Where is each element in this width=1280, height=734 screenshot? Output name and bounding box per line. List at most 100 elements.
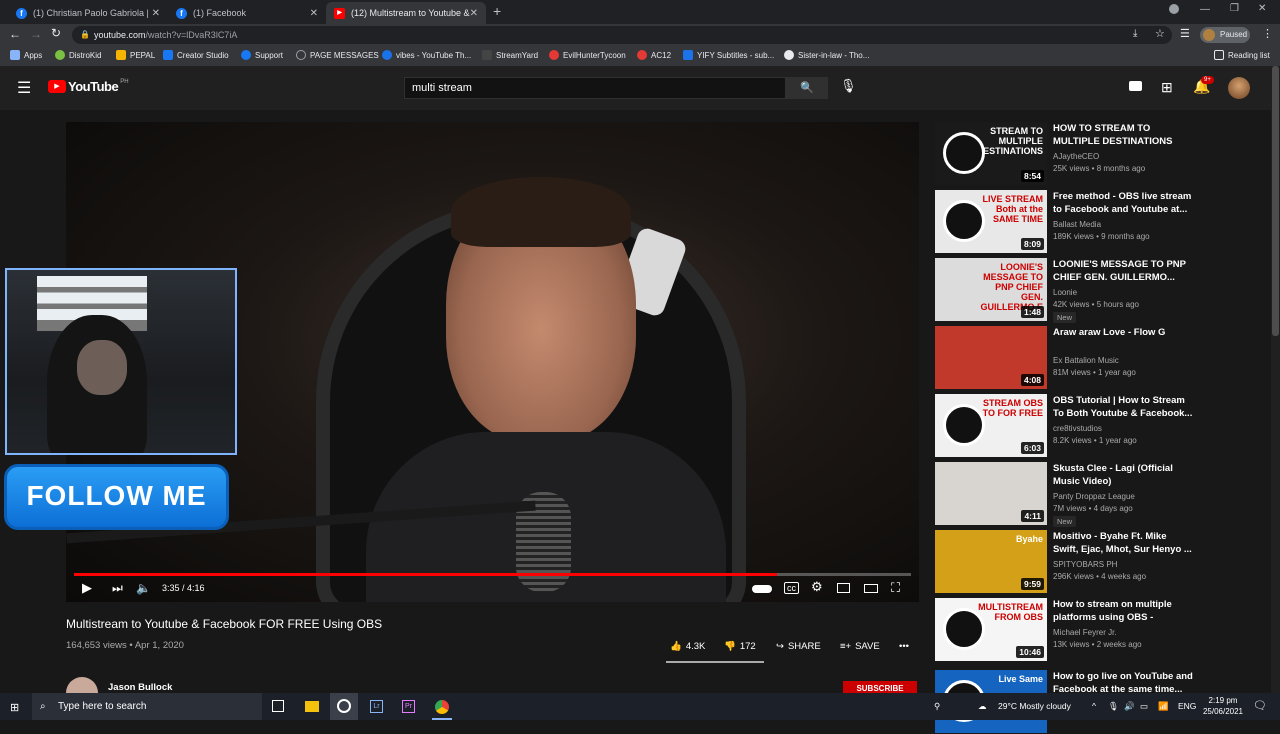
mic-tray-icon[interactable]: 🎙 bbox=[1108, 693, 1119, 720]
video-thumbnail[interactable]: STREAM TO MULTIPLE DESTINATIONS 8:54 bbox=[935, 122, 1047, 185]
channel-avatar[interactable] bbox=[66, 677, 98, 693]
recommended-title[interactable]: How to stream on multiple platforms usin… bbox=[1053, 598, 1193, 625]
account-avatar[interactable] bbox=[1228, 77, 1250, 99]
menu-icon[interactable]: ⋮ bbox=[1262, 27, 1273, 40]
recommended-video[interactable]: LIVE STREAM Both at the SAME TIME 8:09 Fre… bbox=[935, 190, 1195, 254]
task-view-icon[interactable] bbox=[272, 700, 284, 712]
subtitles-icon[interactable]: cc bbox=[784, 582, 799, 594]
search-button[interactable]: 🔍 bbox=[786, 77, 828, 99]
dislike-button[interactable]: 👎 172 bbox=[724, 641, 756, 652]
theater-mode-icon[interactable] bbox=[864, 584, 878, 593]
lightroom-icon[interactable]: Lr bbox=[370, 700, 383, 713]
file-explorer-icon[interactable] bbox=[305, 701, 319, 712]
bookmark-sister-in-law[interactable]: Sister-in-law - Tho... bbox=[784, 50, 869, 60]
bookmark-support[interactable]: Support bbox=[241, 50, 283, 60]
recommended-title[interactable]: Skusta Clee - Lagi (Official Music Video… bbox=[1053, 462, 1193, 488]
channel-name[interactable]: Jason Bullock bbox=[108, 682, 172, 693]
bookmark-yify[interactable]: YIFY Subtitles - sub... bbox=[683, 50, 774, 60]
subscribe-button[interactable]: SUBSCRIBE bbox=[843, 681, 917, 693]
recommended-video[interactable]: MULTISTREAM FROM OBS 10:46 How to stream o… bbox=[935, 598, 1195, 662]
chevron-up-icon[interactable]: ^ bbox=[1092, 693, 1096, 720]
close-icon[interactable]: ✕ bbox=[470, 8, 478, 19]
bookmark-ac12[interactable]: AC12 bbox=[637, 50, 671, 60]
youtube-logo[interactable]: ▶ YouTube PH bbox=[48, 79, 129, 94]
video-thumbnail[interactable]: STREAM OBS TO FOR FREE 6:03 bbox=[935, 394, 1047, 457]
maximize-icon[interactable]: ❐ bbox=[1230, 3, 1239, 14]
tab-search-icon[interactable] bbox=[1169, 4, 1179, 14]
forward-icon[interactable]: → bbox=[30, 27, 42, 41]
more-actions-icon[interactable]: ••• bbox=[899, 641, 909, 652]
new-tab-button[interactable]: + bbox=[493, 3, 501, 19]
recommended-title[interactable]: Araw araw Love - Flow G bbox=[1053, 326, 1193, 339]
settings-gear-icon[interactable]: ⚙ bbox=[811, 579, 823, 595]
apps-grid-icon[interactable]: ⊞ bbox=[1161, 79, 1173, 96]
hamburger-menu-icon[interactable]: ☰ bbox=[17, 78, 31, 98]
miniplayer-icon[interactable] bbox=[837, 583, 850, 593]
chrome-icon[interactable] bbox=[435, 700, 449, 714]
video-thumbnail[interactable]: Byahe 9:59 bbox=[935, 530, 1047, 593]
recommended-channel[interactable]: Michael Feyrer Jr. bbox=[1053, 628, 1117, 637]
recommended-video[interactable]: STREAM TO MULTIPLE DESTINATIONS 8:54 HOW T… bbox=[935, 122, 1195, 186]
profile-paused-button[interactable]: Paused bbox=[1200, 27, 1250, 43]
bookmark-creator-studio[interactable]: Creator Studio bbox=[163, 50, 229, 60]
network-activity-icon[interactable]: ⚲ bbox=[934, 693, 940, 720]
like-button[interactable]: 👍 4.3K bbox=[670, 641, 705, 652]
recommended-channel[interactable]: AJaytheCEO bbox=[1053, 152, 1099, 161]
premiere-icon[interactable]: Pr bbox=[402, 700, 415, 713]
reload-icon[interactable]: ↻ bbox=[51, 26, 61, 40]
recommended-title[interactable]: Free method - OBS live stream to Faceboo… bbox=[1053, 190, 1193, 216]
recommended-video[interactable]: Byahe 9:59 Mositivo - Byahe Ft. Mike Swift… bbox=[935, 530, 1195, 594]
recommended-video[interactable]: 4:11 Skusta Clee - Lagi (Official Music V… bbox=[935, 462, 1195, 527]
speaker-icon[interactable]: 🔊 bbox=[1124, 693, 1135, 720]
weather-text[interactable]: 29°C Mostly cloudy bbox=[998, 693, 1071, 720]
page-scrollbar[interactable] bbox=[1271, 66, 1280, 693]
recommended-title[interactable]: Mositivo - Byahe Ft. Mike Swift, Ejac, M… bbox=[1053, 530, 1193, 556]
star-icon[interactable]: ☆ bbox=[1155, 27, 1165, 40]
bookmark-page-messages[interactable]: PAGE MESSAGES bbox=[296, 50, 379, 60]
create-video-icon[interactable] bbox=[1129, 81, 1142, 91]
bookmark-streamyard[interactable]: StreamYard bbox=[482, 50, 538, 60]
play-icon[interactable]: ▶ bbox=[82, 580, 92, 596]
recommended-channel[interactable]: Panty Droppaz League bbox=[1053, 492, 1135, 501]
video-thumbnail[interactable]: LOONIE'S MESSAGE TO PNP CHIEF GEN. GUILL… bbox=[935, 258, 1047, 321]
fullscreen-icon[interactable]: ⛶ bbox=[891, 580, 900, 596]
minimize-icon[interactable]: — bbox=[1200, 4, 1210, 15]
obs-taskbar-button[interactable] bbox=[330, 693, 358, 720]
battery-icon[interactable]: ▭ bbox=[1140, 693, 1148, 720]
search-input[interactable]: multi stream bbox=[404, 77, 786, 99]
close-icon[interactable]: ✕ bbox=[310, 8, 318, 19]
recommended-video[interactable]: 4:08 Araw araw Love - Flow G Ex Battalion … bbox=[935, 326, 1195, 390]
progress-bar[interactable] bbox=[74, 573, 911, 576]
taskbar-search[interactable]: ⌕ Type here to search bbox=[32, 693, 262, 720]
recommended-title[interactable]: OBS Tutorial | How to Stream To Both You… bbox=[1053, 394, 1193, 420]
browser-tab[interactable]: f (1) Christian Paolo Gabriola | Face ✕ bbox=[8, 2, 168, 24]
volume-icon[interactable]: 🔈 bbox=[136, 581, 151, 595]
video-thumbnail[interactable]: 4:11 bbox=[935, 462, 1047, 525]
window-close-icon[interactable]: ✕ bbox=[1258, 3, 1266, 14]
browser-tab[interactable]: f (1) Facebook ✕ bbox=[168, 2, 326, 24]
language-indicator[interactable]: ENG bbox=[1178, 693, 1196, 720]
recommended-video[interactable]: LOONIE'S MESSAGE TO PNP CHIEF GEN. GUILL… bbox=[935, 258, 1195, 323]
close-icon[interactable]: ✕ bbox=[152, 8, 160, 19]
clock[interactable]: 2:19 pm 25/06/2021 bbox=[1200, 695, 1246, 717]
wifi-icon[interactable]: 📶 bbox=[1158, 693, 1169, 720]
bookmark-vibes[interactable]: vibes - YouTube Th... bbox=[382, 50, 471, 60]
microphone-icon[interactable]: 🎙 bbox=[840, 78, 857, 94]
address-bar[interactable]: 🔒 youtube.com/watch?v=lDvaR3lC7iA bbox=[72, 26, 1172, 44]
next-icon[interactable]: ⏭ bbox=[112, 581, 123, 596]
recommended-channel[interactable]: Loonie bbox=[1053, 288, 1077, 297]
video-thumbnail[interactable]: MULTISTREAM FROM OBS 10:46 bbox=[935, 598, 1047, 661]
bookmark-apps[interactable]: Apps bbox=[10, 50, 42, 60]
autoplay-toggle[interactable] bbox=[752, 585, 772, 593]
back-icon[interactable]: ← bbox=[9, 27, 21, 41]
recommended-title[interactable]: LOONIE'S MESSAGE TO PNP CHIEF GEN. GUILL… bbox=[1053, 258, 1193, 284]
recommended-channel[interactable]: SPITYOBARS PH bbox=[1053, 560, 1117, 569]
bookmark-distrokid[interactable]: DistroKid bbox=[55, 50, 101, 60]
bookmark-evilhuntertycoon[interactable]: EvilHunterTycoon bbox=[549, 50, 626, 60]
save-button[interactable]: ≡+ SAVE bbox=[840, 641, 880, 652]
recommended-video[interactable]: STREAM OBS TO FOR FREE 6:03 OBS Tutorial |… bbox=[935, 394, 1195, 458]
recommended-channel[interactable]: cre8tivstudios bbox=[1053, 424, 1102, 433]
video-thumbnail[interactable]: LIVE STREAM Both at the SAME TIME 8:09 bbox=[935, 190, 1047, 253]
weather-icon[interactable]: ☁ bbox=[978, 693, 987, 720]
recommended-channel[interactable]: Ex Battalion Music bbox=[1053, 356, 1119, 365]
